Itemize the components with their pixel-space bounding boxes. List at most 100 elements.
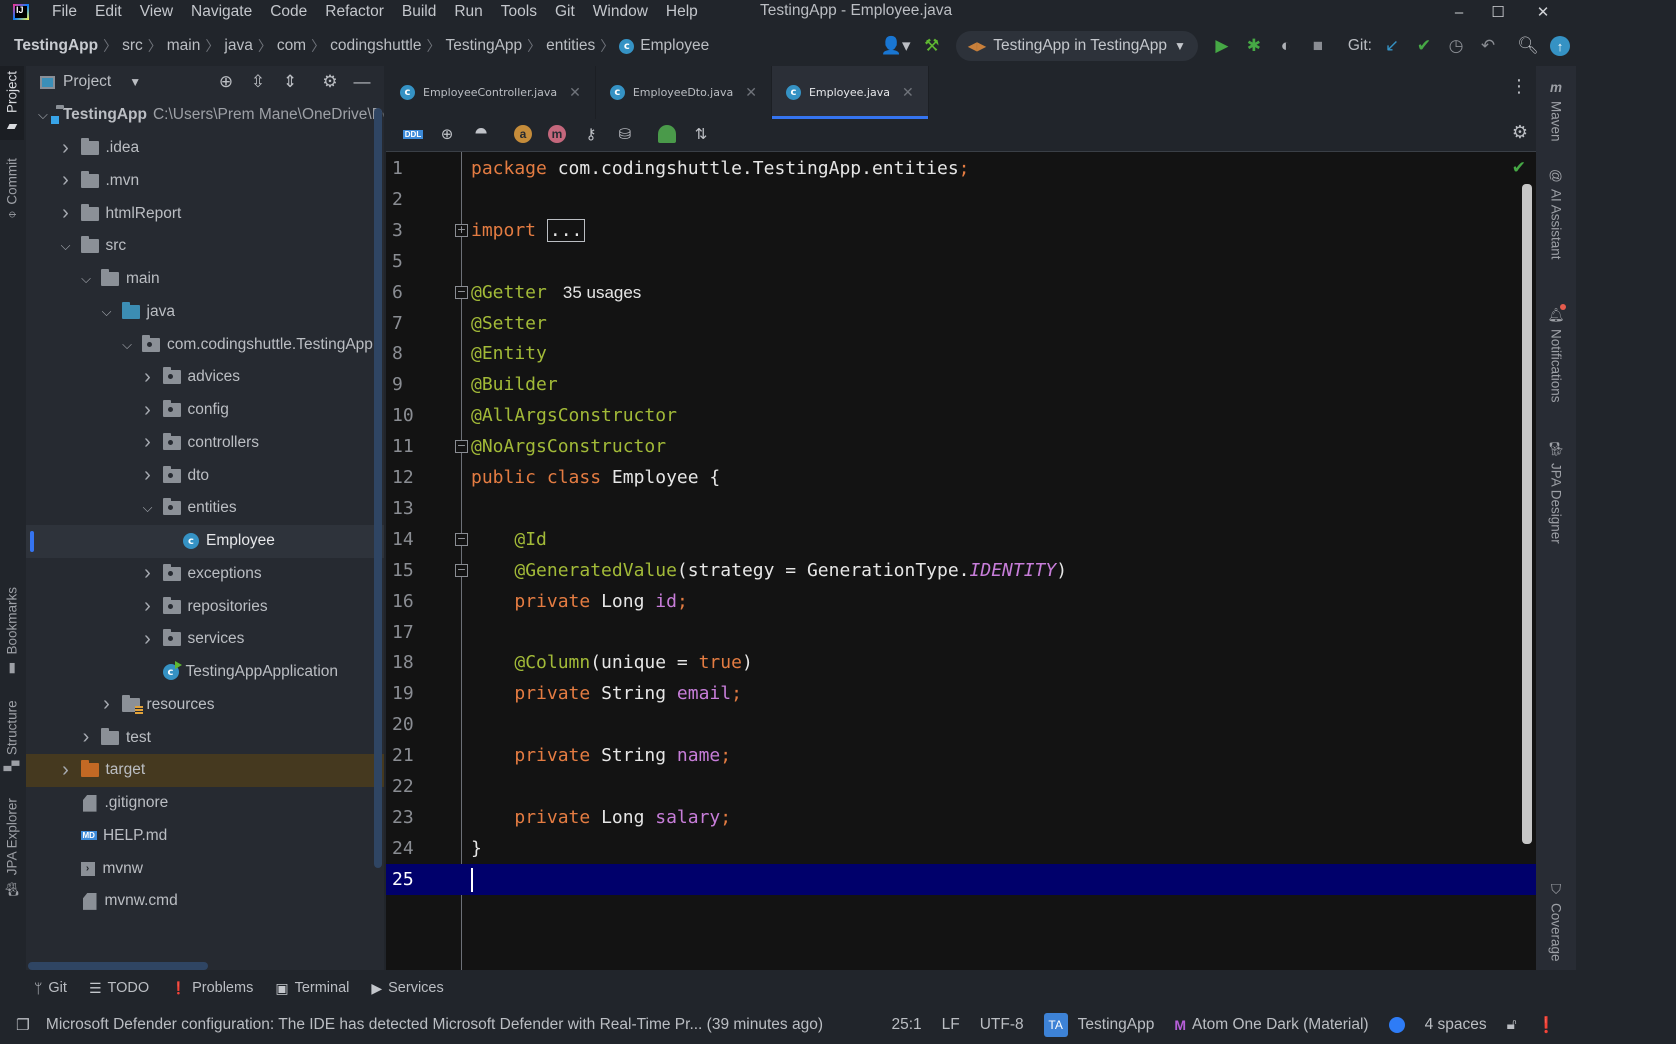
- breadcrumb-item[interactable]: main: [167, 37, 201, 55]
- tree-item[interactable]: › exceptions: [26, 558, 384, 591]
- chevron-right-icon[interactable]: ›: [141, 366, 155, 389]
- breadcrumb-item[interactable]: entities: [546, 37, 595, 55]
- tree-item[interactable]: › test: [26, 721, 384, 754]
- more-tabs-icon[interactable]: ⋮: [1510, 76, 1528, 97]
- build-hammer-icon[interactable]: ⚒: [916, 32, 948, 60]
- chevron-down-icon[interactable]: ⌵: [100, 304, 114, 320]
- code-line[interactable]: 10 @AllArgsConstructor: [386, 400, 1536, 431]
- indent-setting[interactable]: 4 spaces: [1425, 1016, 1487, 1034]
- menu-help[interactable]: Help: [666, 3, 698, 21]
- history-icon[interactable]: ◷: [1440, 32, 1472, 60]
- chevron-right-icon[interactable]: ›: [141, 595, 155, 618]
- hide-panel-icon[interactable]: —: [346, 72, 378, 92]
- method-icon[interactable]: m: [540, 121, 574, 147]
- breadcrumb-item[interactable]: codingshuttle: [330, 37, 421, 55]
- editor-vertical-scrollbar[interactable]: [1522, 184, 1532, 844]
- theme-widget[interactable]: M Atom One Dark (Material): [1174, 1016, 1368, 1034]
- collapse-all-icon[interactable]: ⇕: [274, 72, 306, 92]
- line-number[interactable]: 20: [390, 709, 430, 740]
- menu-navigate[interactable]: Navigate: [191, 3, 252, 21]
- code-line[interactable]: 24}: [386, 833, 1536, 864]
- hierarchy-icon[interactable]: ⯊: [464, 121, 498, 147]
- tree-item[interactable]: ⌵ TestingApp C:\Users\Prem Mane\OneDrive\D…: [26, 99, 384, 132]
- no-problems-checkmark-icon[interactable]: ✔: [1512, 158, 1526, 178]
- tree-item[interactable]: › htmlReport: [26, 197, 384, 230]
- code-line[interactable]: 23 private Long salary;: [386, 802, 1536, 833]
- close-tab-icon[interactable]: ✕: [902, 85, 914, 101]
- line-separator[interactable]: LF: [942, 1016, 960, 1034]
- code-line[interactable]: 17: [386, 617, 1536, 648]
- attribute-icon[interactable]: a: [506, 121, 540, 147]
- tree-item[interactable]: ⌵ java: [26, 296, 384, 329]
- problems-indicator-icon[interactable]: ❗: [1537, 1016, 1556, 1035]
- line-number[interactable]: 16: [390, 586, 430, 617]
- breadcrumb-item-current[interactable]: c Employee: [619, 37, 709, 55]
- line-number[interactable]: 1: [390, 153, 430, 184]
- line-number[interactable]: 10: [390, 400, 430, 431]
- target-icon[interactable]: ⊕: [430, 121, 464, 147]
- caret-position[interactable]: 25:1: [891, 1016, 921, 1034]
- line-number[interactable]: 23: [390, 802, 430, 833]
- chevron-right-icon[interactable]: ›: [141, 399, 155, 422]
- line-number[interactable]: 18: [390, 647, 430, 678]
- chevron-right-icon[interactable]: ›: [59, 202, 73, 225]
- tool-problems-button[interactable]: ❗ Problems: [171, 980, 253, 996]
- project-tree-vertical-scrollbar[interactable]: [374, 108, 382, 868]
- stripe-notifications-button[interactable]: 🔔︎ Notifications: [1536, 286, 1576, 422]
- code-line[interactable]: 22: [386, 771, 1536, 802]
- run-icon[interactable]: ▶: [1206, 32, 1238, 60]
- tree-item[interactable]: ›cTestingAppApplication: [26, 656, 384, 689]
- chevron-right-icon[interactable]: ›: [59, 169, 73, 192]
- tree-item[interactable]: › repositories: [26, 590, 384, 623]
- tab-employee-dto[interactable]: c EmployeeDto.java ✕: [596, 66, 772, 119]
- search-icon[interactable]: 🔍︎: [1512, 32, 1544, 60]
- stripe-project-button[interactable]: ▰ Project: [0, 66, 24, 140]
- tree-item[interactable]: ›.gitignore: [26, 787, 384, 820]
- debug-icon[interactable]: ✱: [1238, 32, 1270, 60]
- project-tree-horizontal-scrollbar[interactable]: [28, 962, 208, 970]
- tool-git-button[interactable]: ᛘ Git: [34, 980, 67, 996]
- line-number[interactable]: 3: [390, 215, 430, 246]
- breadcrumb-item[interactable]: com: [277, 37, 306, 55]
- maximize-button[interactable]: ☐: [1475, 0, 1521, 24]
- line-number[interactable]: 14: [390, 524, 430, 555]
- run-configuration-selector[interactable]: ◀▶ TestingApp in TestingApp ▼: [955, 31, 1198, 61]
- stripe-ai-assistant-button[interactable]: @ AI Assistant: [1536, 154, 1576, 274]
- line-number[interactable]: 13: [390, 493, 430, 524]
- chevron-right-icon[interactable]: ›: [79, 726, 93, 749]
- breadcrumb-item[interactable]: TestingApp: [14, 37, 98, 55]
- line-number[interactable]: 19: [390, 678, 430, 709]
- code-line[interactable]: 21 private String name;: [386, 740, 1536, 771]
- line-number[interactable]: 5: [390, 246, 430, 277]
- tree-item[interactable]: ›mvnw.cmd: [26, 885, 384, 918]
- line-number[interactable]: 21: [390, 740, 430, 771]
- fold-collapse-icon[interactable]: −: [455, 285, 468, 299]
- ddl-icon[interactable]: DDL: [396, 121, 430, 147]
- stripe-structure-button[interactable]: ▚ Structure: [0, 694, 24, 778]
- fold-expand-icon[interactable]: +: [455, 223, 468, 237]
- code-editor[interactable]: 1 package com.codingshuttle.TestingApp.en…: [386, 151, 1536, 970]
- git-update-icon[interactable]: ↙: [1376, 32, 1408, 60]
- editor-settings-gear-icon[interactable]: ⚙: [1512, 122, 1528, 143]
- line-number[interactable]: 15: [390, 555, 430, 586]
- code-line[interactable]: 19 private String email;: [386, 678, 1536, 709]
- db-query-icon[interactable]: ⛁: [608, 121, 642, 147]
- menu-git[interactable]: Git: [555, 3, 575, 21]
- line-number[interactable]: 11: [390, 431, 430, 462]
- coverage-run-icon[interactable]: ◐: [1270, 32, 1302, 60]
- menu-tools[interactable]: Tools: [501, 3, 537, 21]
- breadcrumb-item[interactable]: src: [122, 37, 143, 55]
- chevron-right-icon[interactable]: ›: [59, 759, 73, 782]
- profile-icon[interactable]: 👤▾: [876, 32, 916, 60]
- tab-employee-controller[interactable]: c EmployeeController.java ✕: [386, 66, 596, 119]
- tool-terminal-button[interactable]: ▣ Terminal: [275, 980, 349, 997]
- fold-collapse-icon[interactable]: −: [455, 440, 468, 454]
- git-commit-icon[interactable]: ✔: [1408, 32, 1440, 60]
- tree-item[interactable]: › services: [26, 623, 384, 656]
- fold-collapse-icon[interactable]: −: [455, 563, 468, 577]
- code-line[interactable]: 20: [386, 709, 1536, 740]
- tree-item[interactable]: ⌵ main: [26, 263, 384, 296]
- menu-code[interactable]: Code: [270, 3, 307, 21]
- tree-item[interactable]: › .mvn: [26, 165, 384, 198]
- stripe-jpa-explorer-button[interactable]: 🐕︎ JPA Explorer: [0, 796, 24, 900]
